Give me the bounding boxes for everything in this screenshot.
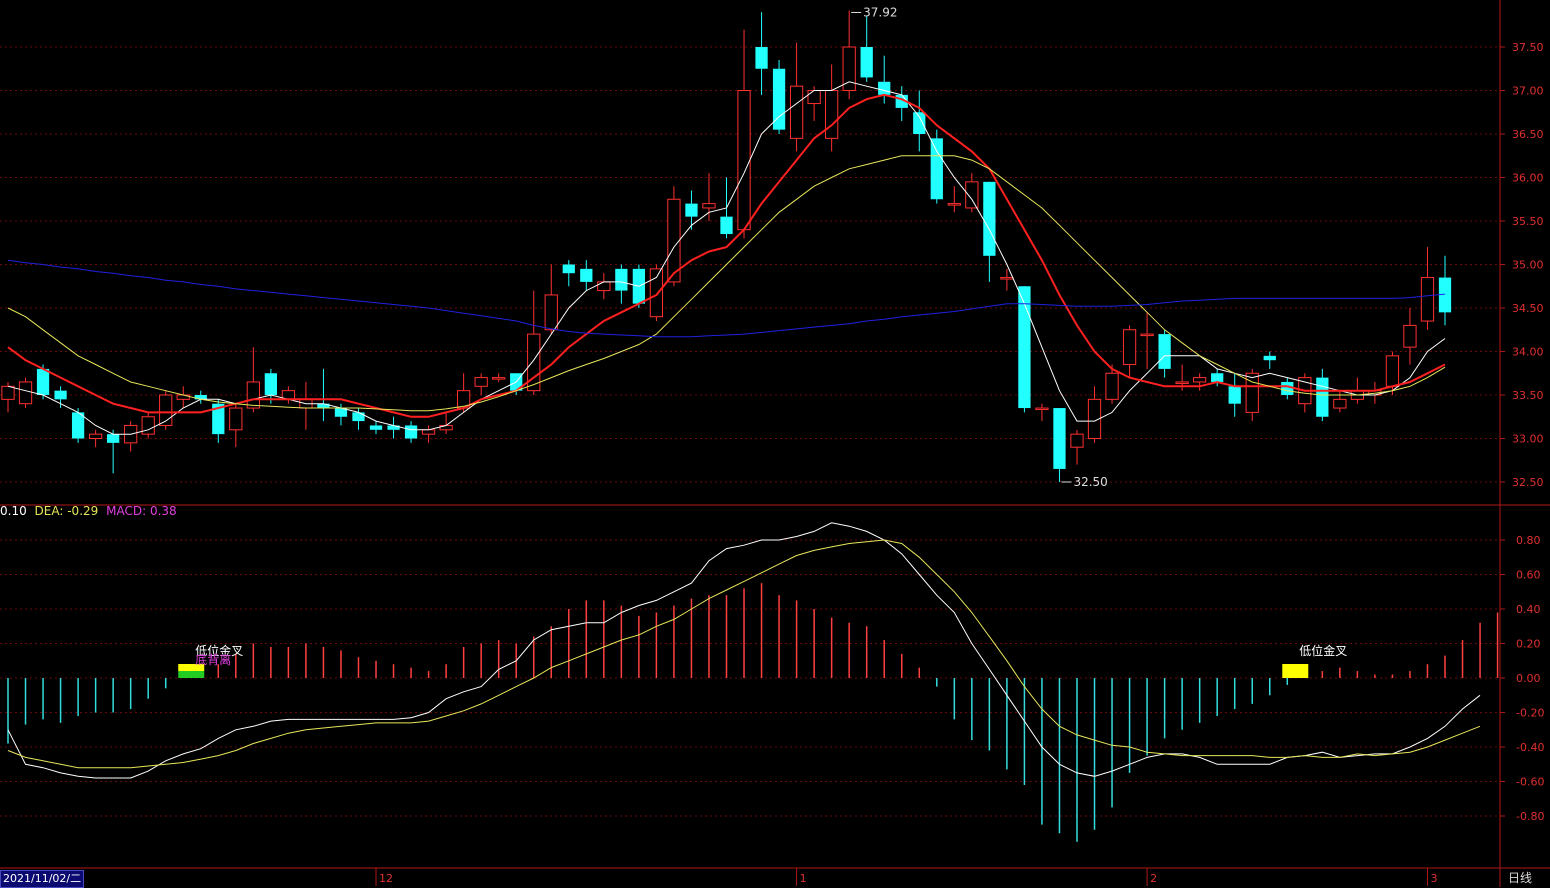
price-tick-label: 37.50 <box>1512 41 1544 54</box>
candle-body <box>1403 324 1417 348</box>
candle-body <box>947 203 961 206</box>
candle-body <box>1000 277 1014 280</box>
candle-body <box>352 412 365 422</box>
candle-body <box>597 281 611 292</box>
candle-body <box>702 203 716 209</box>
macd-tick-label: -0.80 <box>1516 810 1544 823</box>
candle-body <box>1385 355 1400 387</box>
candle-body <box>54 390 67 400</box>
candle-body <box>1193 377 1207 383</box>
macd-tick-label: -0.60 <box>1516 776 1544 789</box>
candle-body <box>229 407 243 431</box>
time-tick-label: 1 <box>800 872 807 885</box>
price-tick-label: 37.00 <box>1512 85 1544 98</box>
ma-line-4 <box>7 259 1446 338</box>
date-readout: 2021/11/02/二 <box>0 870 85 888</box>
price-tick-label: 34.00 <box>1512 346 1544 359</box>
macd-tick-label: 0.00 <box>1516 672 1541 685</box>
candle-body <box>1281 381 1294 395</box>
candle-body <box>965 181 979 209</box>
period-button[interactable]: 日线 <box>1508 870 1532 886</box>
price-tick-label: 34.50 <box>1512 302 1544 315</box>
price-tick-label: 33.50 <box>1512 389 1544 402</box>
candle-body <box>1140 333 1154 337</box>
candle-body <box>71 412 85 439</box>
candle-body <box>737 90 751 231</box>
candle-body <box>860 47 873 78</box>
candle-body <box>1420 277 1435 322</box>
candle-body <box>807 90 821 105</box>
candle-body <box>1 385 15 400</box>
candle-body <box>544 294 558 331</box>
candle-body <box>1158 334 1171 369</box>
stock-chart[interactable]: 32.50 33.00 33.50 34.00 34.50 35.00 35.50 36.00… <box>0 0 1550 887</box>
candle-body <box>1316 377 1329 417</box>
candle-body <box>1263 355 1276 361</box>
candle-body <box>983 181 996 256</box>
candle-body <box>474 377 488 387</box>
price-tick-label: 36.50 <box>1512 128 1544 141</box>
candle-body <box>18 381 33 405</box>
candle-body <box>492 377 506 380</box>
candle-body <box>1245 372 1259 413</box>
candle-body <box>1175 381 1189 384</box>
candle-body <box>421 429 436 435</box>
candle-body <box>1105 372 1119 400</box>
price-tick-label: 32.50 <box>1512 476 1544 489</box>
price-tick-label: 36.00 <box>1512 172 1544 185</box>
time-tick-label: 2 <box>1150 872 1157 885</box>
low-annotation: 32.50 <box>1073 475 1107 489</box>
price-tick-label: 35.50 <box>1512 215 1544 228</box>
dif-value: 0.10 <box>0 504 27 518</box>
candle-body <box>562 264 575 274</box>
candle-body <box>1053 408 1066 469</box>
macd-tick-label: -0.20 <box>1516 707 1544 720</box>
candle-body <box>1122 329 1137 366</box>
ma-line-2 <box>7 93 1446 418</box>
candle-body <box>1035 407 1049 411</box>
candle-body <box>527 333 541 392</box>
candle-body <box>685 203 698 217</box>
candle-body <box>649 268 664 318</box>
macd-tick-label: 0.60 <box>1516 569 1541 582</box>
candle-body <box>1070 433 1084 448</box>
macd-tick-label: 0.80 <box>1516 534 1541 547</box>
candle-body <box>789 85 804 139</box>
signal-label: 低位金叉 <box>1299 643 1347 658</box>
candle-body <box>36 368 50 395</box>
candle-body <box>88 433 103 439</box>
ma-line-1 <box>7 81 1446 435</box>
signal-sublabel: 底背离 <box>195 652 231 667</box>
signal-marker <box>178 671 205 678</box>
candle-body <box>246 381 260 409</box>
candle-body <box>913 112 926 134</box>
candle-body <box>825 90 839 139</box>
macd-header: 0.10 DEA: -0.29 MACD: 0.38 <box>0 504 181 518</box>
macd-value: MACD: 0.38 <box>106 504 177 518</box>
signal-marker <box>1282 664 1309 678</box>
candle-body <box>404 425 418 439</box>
price-tick-label: 35.00 <box>1512 259 1544 272</box>
dea-value: DEA: -0.29 <box>34 504 99 518</box>
macd-tick-label: -0.40 <box>1516 741 1544 754</box>
candle-body <box>1211 373 1224 382</box>
candle-body <box>720 216 733 235</box>
candle-body <box>264 373 277 395</box>
time-tick-label: 12 <box>379 872 393 885</box>
high-annotation: 37.92 <box>863 5 897 19</box>
price-tick-label: 33.00 <box>1512 433 1544 446</box>
candle-body <box>615 268 628 291</box>
macd-tick-label: 0.20 <box>1516 638 1541 651</box>
candle-body <box>930 138 943 200</box>
candle-body <box>878 81 891 95</box>
candle-body <box>369 425 383 430</box>
candle-body <box>580 268 593 282</box>
candle-body <box>141 416 155 435</box>
candle-body <box>107 434 120 443</box>
candle-body <box>1333 398 1347 409</box>
macd-tick-label: 0.40 <box>1516 603 1541 616</box>
candle-body <box>755 47 768 69</box>
time-tick-label: 3 <box>1430 872 1437 885</box>
candle-body <box>1228 386 1241 404</box>
